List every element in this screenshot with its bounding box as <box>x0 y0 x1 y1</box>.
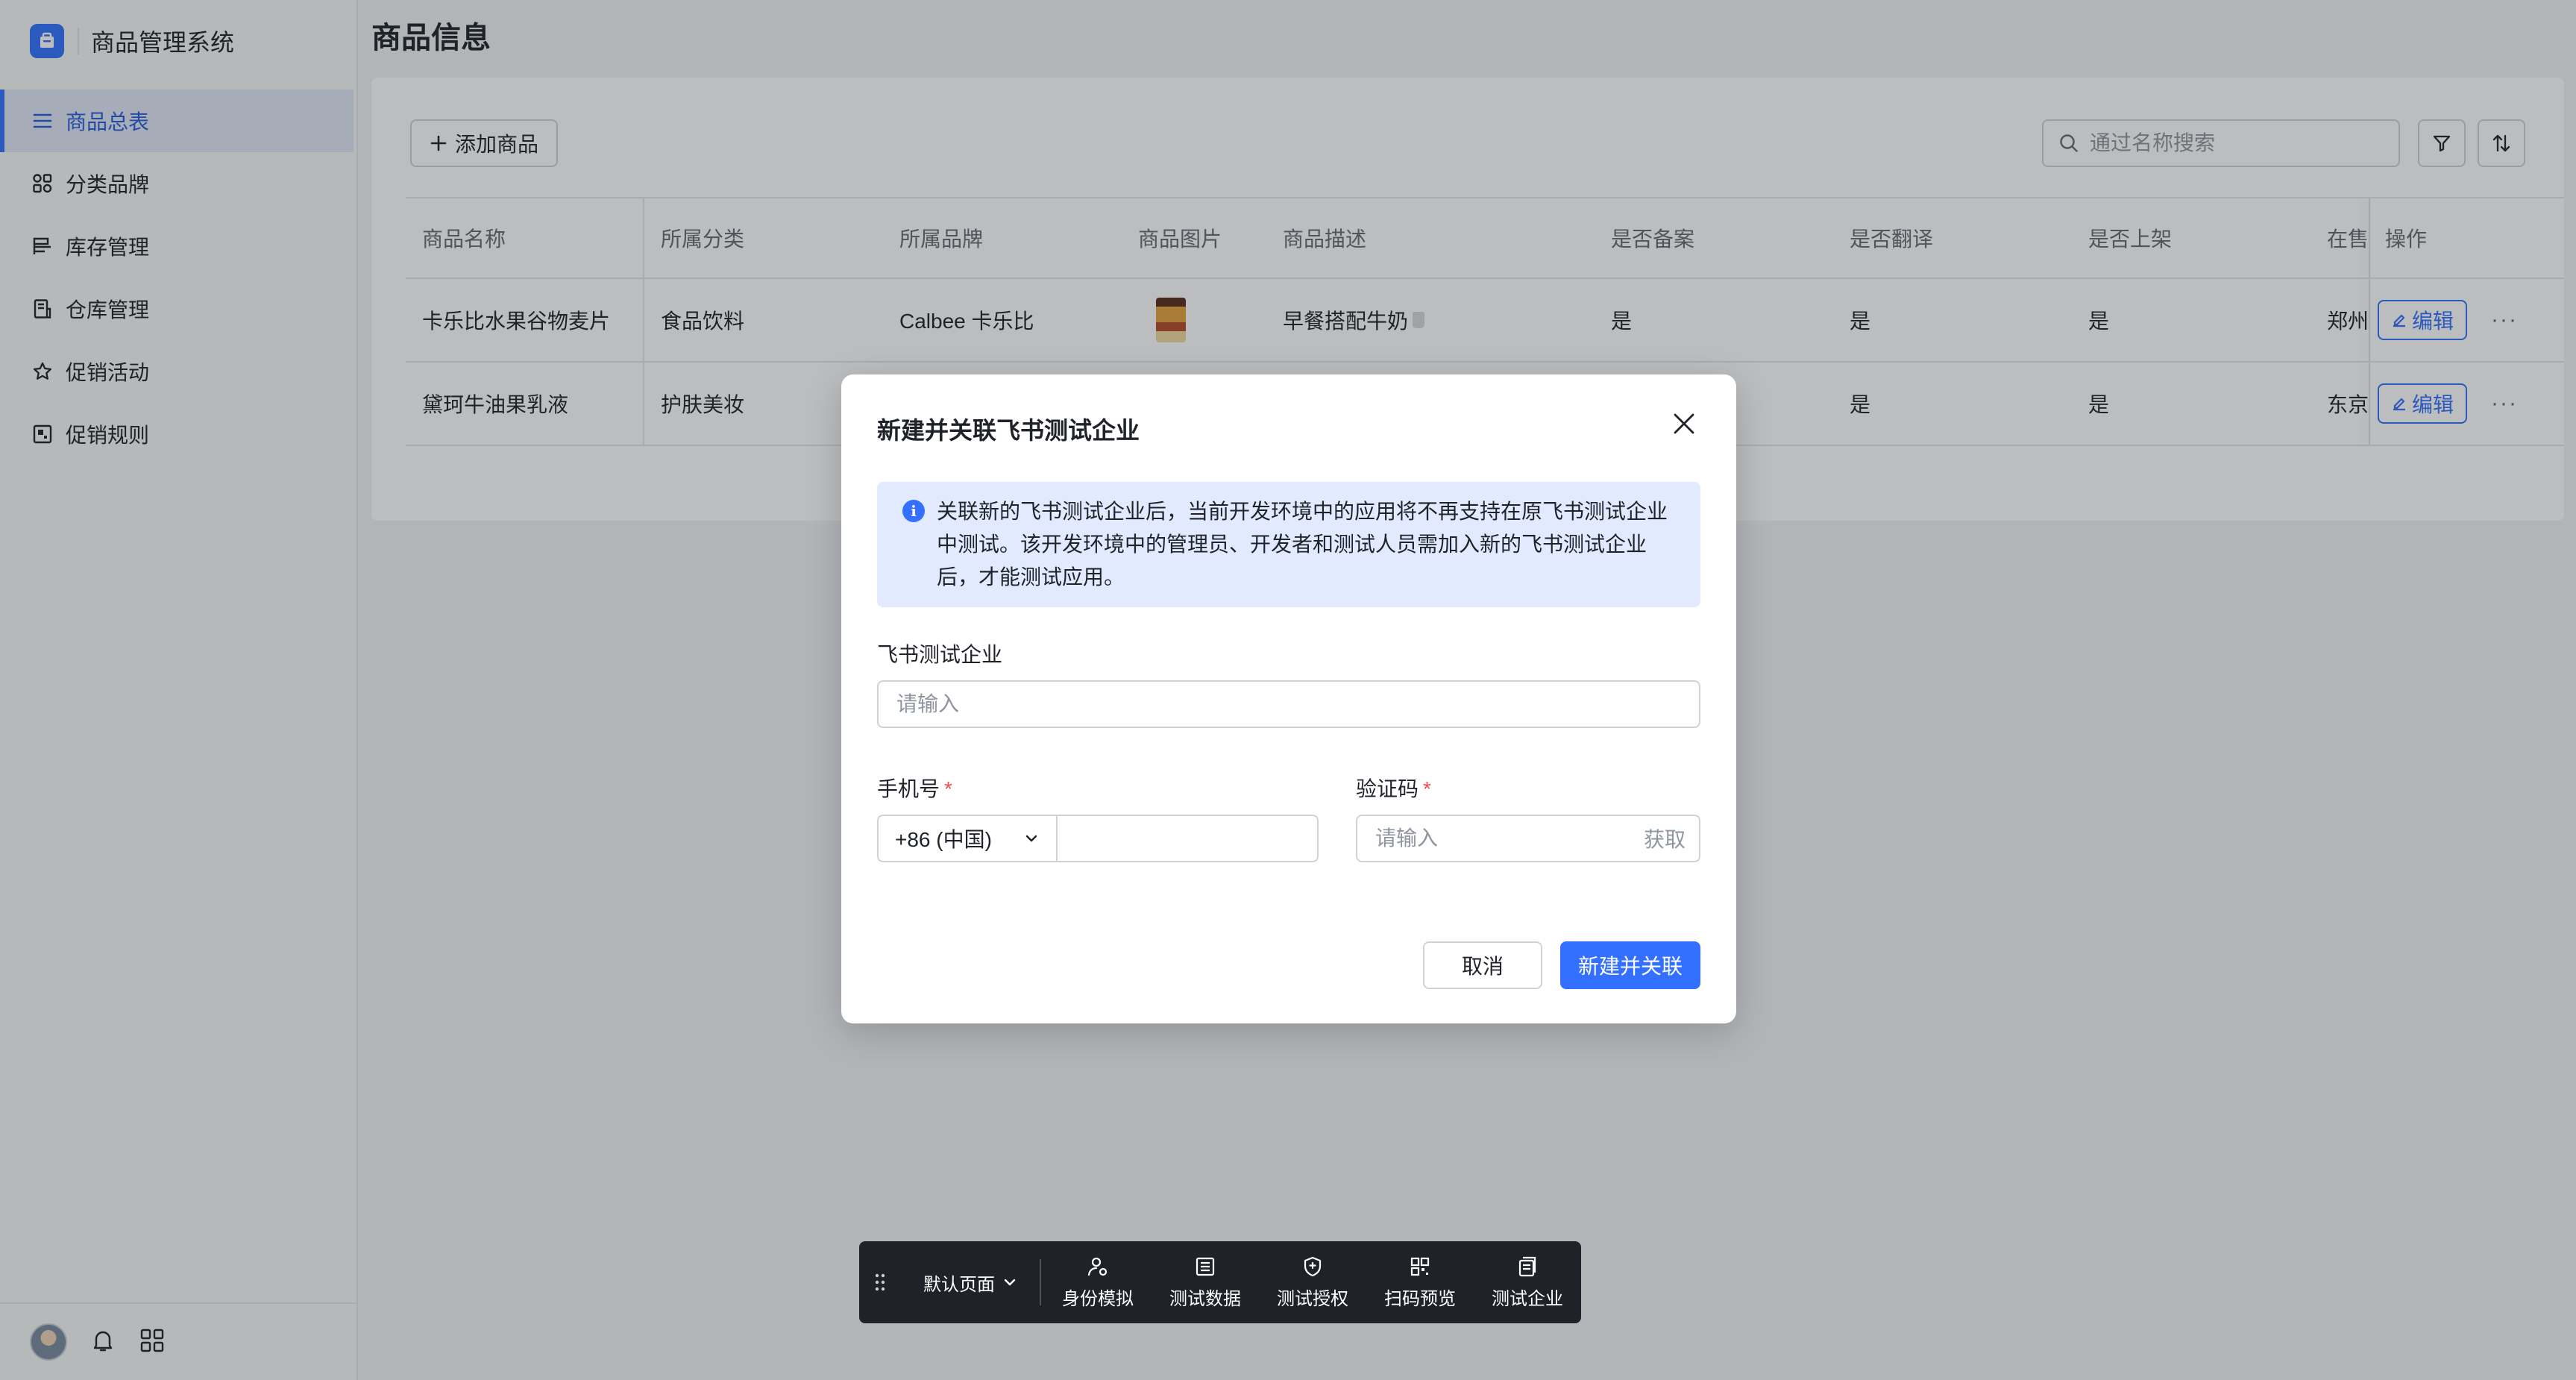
phone-label-text: 手机号 <box>877 777 940 800</box>
user-switch-icon <box>1087 1257 1108 1276</box>
company-doc-icon <box>1518 1256 1536 1276</box>
phone-label: 手机号 * <box>877 773 952 803</box>
test-data-button[interactable]: 测试数据 <box>1152 1255 1259 1310</box>
country-code-select[interactable]: +86 (中国) <box>879 816 1058 861</box>
scan-preview-button[interactable]: 扫码预览 <box>1366 1255 1474 1310</box>
toolbar-divider <box>1040 1259 1041 1305</box>
drag-handle-icon[interactable] <box>859 1273 901 1292</box>
code-label-text: 验证码 <box>1356 777 1419 800</box>
required-mark: * <box>944 777 952 800</box>
company-field <box>877 680 1700 728</box>
create-and-link-button[interactable]: 新建并关联 <box>1560 941 1700 989</box>
toolbar-item-label: 测试数据 <box>1169 1288 1241 1309</box>
page-select[interactable]: 默认页面 <box>901 1259 1040 1305</box>
qrcode-icon <box>1410 1257 1430 1276</box>
test-company-button[interactable]: 测试企业 <box>1474 1255 1581 1310</box>
test-authorization-button[interactable]: 测试授权 <box>1259 1255 1366 1310</box>
info-notice: i 关联新的飞书测试企业后，当前开发环境中的应用将不再支持在原飞书测试企业中测试… <box>877 482 1700 607</box>
company-input[interactable] <box>879 682 1684 727</box>
toolbar-item-label: 测试授权 <box>1277 1288 1348 1309</box>
phone-input[interactable] <box>1058 816 1311 861</box>
info-icon: i <box>902 500 925 522</box>
shield-icon <box>1304 1256 1322 1276</box>
cancel-button[interactable]: 取消 <box>1423 941 1542 989</box>
chevron-down-icon <box>1025 835 1037 842</box>
toolbar-item-label: 测试企业 <box>1492 1288 1563 1309</box>
dialog-title: 新建并关联飞书测试企业 <box>877 417 1140 444</box>
page-select-value: 默认页面 <box>923 1274 995 1295</box>
code-field: 获取 <box>1356 815 1700 862</box>
get-code-button[interactable]: 获取 <box>1644 824 1686 853</box>
code-label: 验证码 * <box>1356 773 1431 803</box>
dev-toolbar: 默认页面 身份模拟 测试数据 测试授权 扫码预览 测试企业 <box>859 1241 1581 1323</box>
toolbar-item-label: 扫码预览 <box>1384 1288 1456 1309</box>
create-link-company-dialog: 新建并关联飞书测试企业 i 关联新的飞书测试企业后，当前开发环境中的应用将不再支… <box>841 374 1736 1023</box>
data-list-icon <box>1196 1257 1215 1276</box>
country-code-value: +86 (中国) <box>895 828 992 851</box>
notice-text: 关联新的飞书测试企业后，当前开发环境中的应用将不再支持在原飞书测试企业中测试。该… <box>937 500 1668 589</box>
chevron-down-icon <box>1004 1279 1016 1286</box>
toolbar-item-label: 身份模拟 <box>1062 1288 1134 1309</box>
close-icon[interactable] <box>1668 407 1700 440</box>
required-mark: * <box>1423 777 1431 800</box>
identity-simulation-button[interactable]: 身份模拟 <box>1044 1255 1152 1310</box>
verification-code-input[interactable] <box>1357 816 1611 861</box>
phone-field: +86 (中国) <box>877 815 1319 862</box>
company-label: 飞书测试企业 <box>877 643 1003 666</box>
